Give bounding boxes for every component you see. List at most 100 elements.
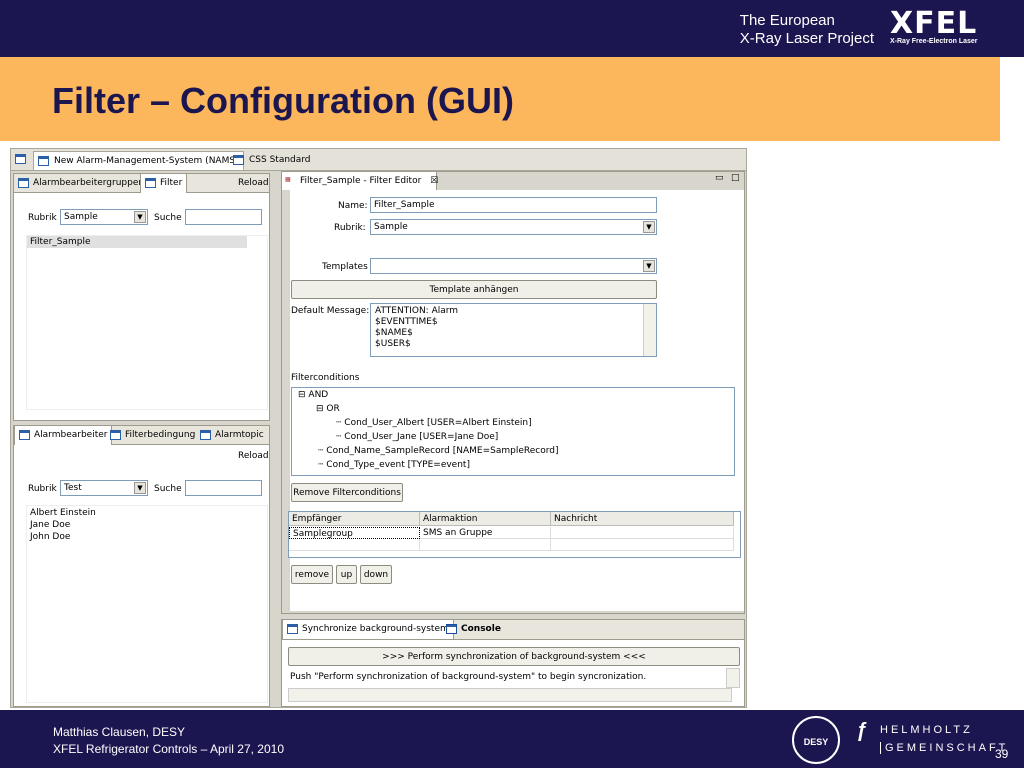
tab-alarmtopic[interactable]: Alarmtopic bbox=[196, 426, 268, 445]
name-input[interactable]: Filter_Sample bbox=[370, 197, 657, 213]
rubrik-value: Test bbox=[64, 483, 82, 493]
tree-node[interactable]: ┄ Cond_User_Albert [USER=Albert Einstein… bbox=[336, 418, 532, 428]
perspective-tab-label: CSS Standard bbox=[249, 155, 311, 165]
tree-node-and[interactable]: ⊟ AND bbox=[298, 390, 328, 400]
view-icon bbox=[19, 430, 30, 440]
column-header[interactable]: Empfänger bbox=[289, 512, 420, 526]
message-line: ATTENTION: Alarm bbox=[375, 306, 459, 316]
user-list: Albert Einstein Jane Doe John Doe bbox=[26, 505, 268, 703]
list-item[interactable]: John Doe bbox=[30, 531, 264, 543]
chevron-down-icon[interactable]: ▼ bbox=[134, 211, 146, 223]
chevron-down-icon[interactable]: ▼ bbox=[134, 482, 146, 494]
brand-line1: The European bbox=[739, 12, 835, 29]
empfaenger-table: Empfänger Alarmaktion Nachricht Samplegr… bbox=[288, 511, 741, 558]
message-line: $USER$ bbox=[375, 339, 411, 349]
reload-button[interactable]: Reload bbox=[238, 178, 269, 188]
table-cell[interactable] bbox=[420, 539, 551, 551]
footer-event: XFEL Refrigerator Controls – April 27, 2… bbox=[53, 742, 285, 756]
tab-console[interactable]: Console bbox=[442, 620, 505, 639]
close-icon[interactable]: ☒ bbox=[430, 176, 438, 186]
filter-editor: ▦ Filter_Sample - Filter Editor ☒ ▭ □ Na… bbox=[281, 171, 745, 614]
filterconditions-tree: ⊟ AND ⊟ OR ┄ Cond_User_Albert [USER=Albe… bbox=[291, 387, 735, 476]
tree-node-label: Cond_Name_SampleRecord [NAME=SampleRecor… bbox=[326, 446, 559, 456]
perform-sync-button[interactable]: >>> Perform synchronization of backgroun… bbox=[288, 647, 740, 666]
perspective-icon bbox=[233, 155, 244, 165]
tab-alarmbearbeitergruppen[interactable]: Alarmbearbeitergruppen bbox=[14, 174, 148, 193]
rubrik-combo[interactable]: Test ▼ bbox=[60, 480, 148, 496]
tree-node[interactable]: ┄ Cond_Name_SampleRecord [NAME=SampleRec… bbox=[318, 446, 559, 456]
rubrik-combo[interactable]: Sample ▼ bbox=[60, 209, 148, 225]
reload-button[interactable]: Reload bbox=[238, 451, 269, 461]
tab-label: Synchronize background-system bbox=[302, 624, 449, 634]
list-item[interactable]: Jane Doe bbox=[30, 519, 264, 531]
tab-filter[interactable]: Filter bbox=[140, 174, 188, 193]
view-icon bbox=[200, 430, 211, 440]
vertical-scrollbar[interactable] bbox=[726, 668, 740, 688]
rubrik-value: Sample bbox=[374, 222, 408, 232]
column-header[interactable]: Alarmaktion bbox=[420, 512, 551, 526]
rubrik-combo[interactable]: Sample ▼ bbox=[370, 219, 657, 235]
suche-input[interactable] bbox=[185, 209, 262, 225]
tree-node-label: OR bbox=[326, 404, 340, 414]
open-perspective-icon[interactable] bbox=[15, 154, 26, 164]
remove-button[interactable]: remove bbox=[291, 565, 333, 584]
up-button[interactable]: up bbox=[336, 565, 357, 584]
tab-synchronize[interactable]: Synchronize background-system bbox=[282, 620, 454, 639]
perspective-tab-css-standard[interactable]: CSS Standard bbox=[229, 151, 315, 170]
message-line: $NAME$ bbox=[375, 328, 413, 338]
down-button[interactable]: down bbox=[360, 565, 392, 584]
minimize-icon[interactable]: ▭ bbox=[715, 173, 724, 183]
tree-node-or[interactable]: ⊟ OR bbox=[316, 404, 340, 414]
collapse-icon[interactable]: ⊟ bbox=[298, 390, 308, 400]
list-item[interactable]: Filter_Sample bbox=[27, 236, 247, 248]
table-cell[interactable] bbox=[289, 539, 420, 551]
name-label: Name: bbox=[338, 201, 368, 211]
default-message-textarea[interactable]: ATTENTION: Alarm $EVENTTIME$ $NAME$ $USE… bbox=[370, 303, 657, 357]
perspective-tab-nams[interactable]: New Alarm-Management-System (NAMS) bbox=[33, 151, 244, 170]
table-cell[interactable] bbox=[551, 527, 734, 539]
xfel-logo: XFEL X-Ray Free-Electron Laser bbox=[890, 8, 986, 50]
suche-input[interactable] bbox=[185, 480, 262, 496]
tree-node[interactable]: ┄ Cond_Type_event [TYPE=event] bbox=[318, 460, 470, 470]
column-header[interactable]: Nachricht bbox=[551, 512, 734, 526]
chevron-down-icon[interactable]: ▼ bbox=[643, 221, 655, 233]
desy-logo: DESY bbox=[792, 716, 840, 764]
templates-label: Templates bbox=[322, 262, 368, 272]
css-application-window: New Alarm-Management-System (NAMS) CSS S… bbox=[10, 148, 747, 708]
editor-body: Name: Filter_Sample Rubrik: Sample ▼ Temp… bbox=[288, 190, 744, 611]
editor-tab-label: Filter_Sample - Filter Editor bbox=[300, 176, 422, 186]
view-tabs: Synchronize background-system Console bbox=[282, 620, 744, 640]
tree-node-label: Cond_User_Albert [USER=Albert Einstein] bbox=[344, 418, 532, 428]
horizontal-scrollbar[interactable] bbox=[288, 688, 732, 702]
tab-label: Console bbox=[461, 624, 501, 634]
gemeinschaft-text: GEMEINSCHAFT bbox=[880, 742, 1008, 754]
tree-node[interactable]: ┄ Cond_User_Jane [USER=Jane Doe] bbox=[336, 432, 498, 442]
brand-line2: X-Ray Laser Project bbox=[739, 30, 874, 47]
tab-alarmbearbeiter[interactable]: Alarmbearbeiter bbox=[14, 426, 113, 445]
table-cell[interactable]: Samplegroup bbox=[289, 527, 420, 539]
remove-filterconditions-button[interactable]: Remove Filterconditions bbox=[291, 483, 403, 502]
tab-filterbedingung[interactable]: Filterbedingung bbox=[106, 426, 199, 445]
view-tabs: Alarmbearbeitergruppen Filter Reload bbox=[14, 174, 269, 193]
templates-combo[interactable]: ▼ bbox=[370, 258, 657, 274]
table-cell[interactable]: SMS an Gruppe bbox=[420, 527, 551, 539]
scrollbar[interactable] bbox=[643, 304, 656, 356]
filterconditions-label: Filterconditions bbox=[291, 373, 360, 383]
chevron-down-icon[interactable]: ▼ bbox=[643, 260, 655, 272]
default-message-label: Default Message: bbox=[291, 306, 370, 316]
sync-message: Push "Perform synchronization of backgro… bbox=[290, 672, 647, 682]
collapse-icon[interactable]: ⊟ bbox=[316, 404, 326, 414]
logo-small: X-Ray Free-Electron Laser bbox=[890, 38, 978, 45]
maximize-icon[interactable]: □ bbox=[731, 173, 740, 183]
filter-list-view: Alarmbearbeitergruppen Filter Reload Rub… bbox=[13, 173, 270, 421]
console-view: Synchronize background-system Console >>… bbox=[281, 619, 745, 707]
list-item[interactable]: Albert Einstein bbox=[30, 507, 264, 519]
logo-big: XFEL bbox=[890, 6, 978, 41]
editor-tab[interactable]: ▦ Filter_Sample - Filter Editor ☒ bbox=[282, 172, 438, 190]
table-cell[interactable] bbox=[551, 539, 734, 551]
view-tabs: Alarmbearbeiter Filterbedingung Alarmtop… bbox=[14, 426, 269, 445]
suche-label: Suche bbox=[154, 213, 182, 223]
tree-node-label: Cond_Type_event [TYPE=event] bbox=[326, 460, 470, 470]
tree-node-label: AND bbox=[308, 390, 329, 400]
template-anhaengen-button[interactable]: Template anhängen bbox=[291, 280, 657, 299]
